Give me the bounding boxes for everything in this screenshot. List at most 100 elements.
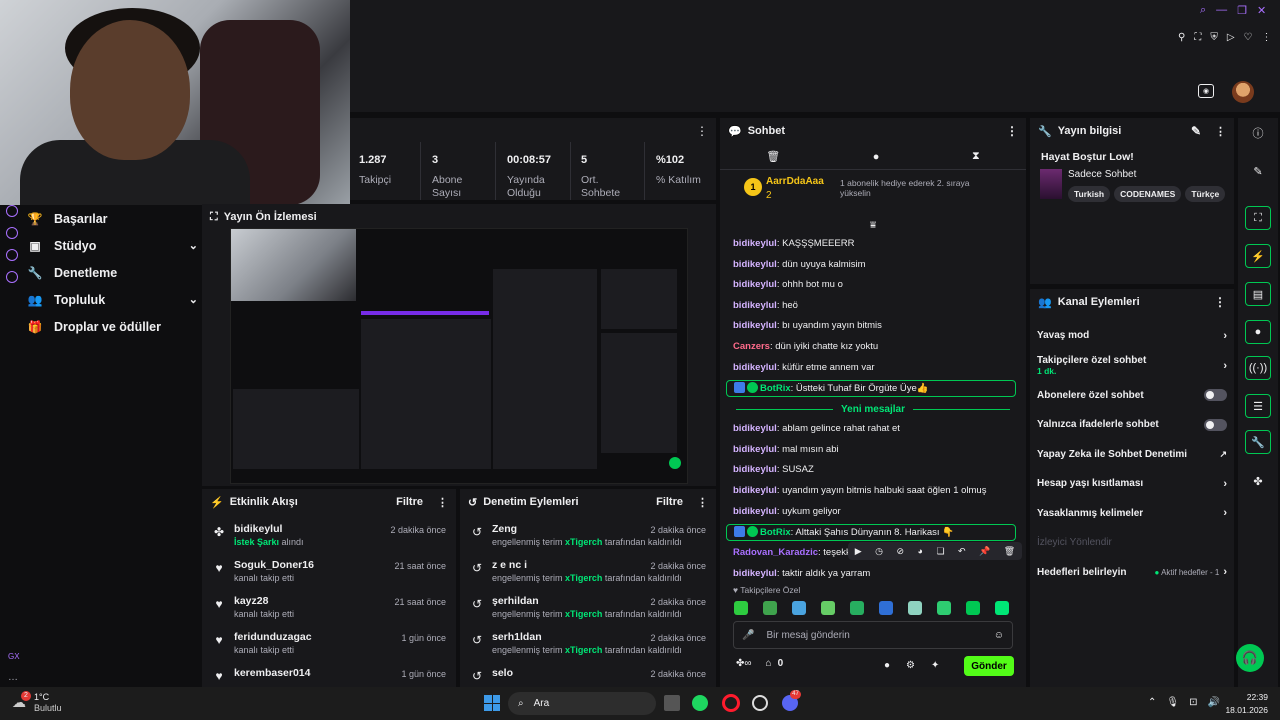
chat-button[interactable]: ● xyxy=(1245,320,1271,344)
chat-message[interactable]: bidikeylul: uyandım yayın bitmis halbuki… xyxy=(720,481,1026,502)
emote[interactable] xyxy=(850,601,864,615)
chat-icon[interactable]: ● xyxy=(884,660,890,671)
mod-item[interactable]: ↺ şerhildan engellenmiş terim xTigerch tar… xyxy=(460,591,716,627)
action-goals[interactable]: Hedefleri belirleyin ● Aktif hedefler - 1… xyxy=(1030,558,1234,588)
chat-message[interactable]: bidikeylul: KAŞŞŞMEEERR xyxy=(720,234,1026,255)
action-emote-only[interactable]: Yalnızca ifadelerle sohbet xyxy=(1030,410,1234,440)
more-icon[interactable]: ⋮ xyxy=(1215,125,1226,138)
emote[interactable] xyxy=(995,601,1009,615)
hourglass-icon[interactable]: ⧗ xyxy=(972,150,980,163)
chat-username[interactable]: bidikeylul xyxy=(733,279,777,290)
chat-username[interactable]: bidikeylul xyxy=(733,485,777,496)
nav-item-drops[interactable]: 🎁 Droplar ve ödüller xyxy=(28,313,198,340)
feed-item[interactable]: ♥ Soguk_Doner16 kanalı takip etti 21 saat ö… xyxy=(202,555,456,591)
chat-message[interactable]: bidikeylul: bı uyandım yayın bitmis xyxy=(720,316,1026,337)
avatar[interactable] xyxy=(1232,81,1254,103)
chat-icon[interactable]: ◕ xyxy=(918,546,923,556)
windows-start-icon[interactable] xyxy=(484,695,500,711)
chat-username[interactable]: bidikeylul xyxy=(733,259,777,270)
chat-username[interactable]: Radovan_Karadzic xyxy=(733,547,818,558)
action-account-age[interactable]: Hesap yaşı kısıtlaması › xyxy=(1030,469,1234,499)
search-box[interactable]: ⌕ Ara xyxy=(508,692,656,715)
tag[interactable]: Türkçe xyxy=(1185,186,1226,202)
chat-username[interactable]: bidikeylul xyxy=(733,238,777,249)
chat-message[interactable]: bidikeylul: ohhh bot mu o xyxy=(720,275,1026,296)
copy-icon[interactable]: ❏ xyxy=(936,546,944,557)
filter-button[interactable]: Filtre xyxy=(396,496,423,508)
trash-icon[interactable]: 🗑 xyxy=(766,150,780,163)
sparkle-icon[interactable]: ✤ xyxy=(1251,474,1265,488)
mic-icon[interactable]: 🎙 xyxy=(1166,697,1179,708)
more-icon[interactable]: ⋮ xyxy=(696,124,708,138)
chevron-up-icon[interactable]: ⌃ xyxy=(1148,697,1156,708)
send-button[interactable]: Gönder xyxy=(964,656,1014,676)
pin-icon[interactable]: 📌 xyxy=(979,546,990,557)
more-icon[interactable]: ⋮ xyxy=(437,496,448,509)
play-icon[interactable]: ▷ xyxy=(1227,32,1235,46)
chat-message[interactable]: bidikeylul: küfür etme annem var xyxy=(720,358,1026,379)
store-icon[interactable]: ⌂ xyxy=(766,658,772,669)
mod-item[interactable]: ↺ z e nc i engellenmiş terim xTigerch tara… xyxy=(460,555,716,591)
action-sub-only[interactable]: Abonelere özel sohbet xyxy=(1030,381,1234,411)
feed-item[interactable]: ♥ kayz28 kanalı takip etti 21 saat önce xyxy=(202,591,456,627)
points-icon[interactable]: ✤∞ xyxy=(736,658,752,669)
spotify-icon[interactable] xyxy=(692,695,708,711)
chat-message[interactable]: bidikeylul: uykum geliyor xyxy=(720,502,1026,523)
play-icon[interactable]: ▶ xyxy=(855,546,862,557)
rail-icon[interactable] xyxy=(6,271,18,283)
mod-item[interactable]: ↺ serh1ldan engellenmiş terim xTigerch tar… xyxy=(460,627,716,663)
bolt-button[interactable]: ⚡ xyxy=(1245,244,1271,268)
emote[interactable] xyxy=(821,601,835,615)
toggle[interactable] xyxy=(1204,418,1227,431)
chat-username[interactable]: BotRix xyxy=(760,527,791,538)
notes-button[interactable]: ▤ xyxy=(1245,282,1271,306)
clock[interactable]: 22:39 18.01.2026 xyxy=(1225,692,1268,715)
rail-icon[interactable] xyxy=(6,205,18,217)
info-icon[interactable]: ⓘ xyxy=(1251,126,1265,140)
action-slow-mode[interactable]: Yavaş mod › xyxy=(1030,321,1234,351)
collapse-icon[interactable]: ⩸ xyxy=(720,220,1026,234)
chat-message[interactable]: Canzers: dün iyiki chatte kız yoktu xyxy=(720,337,1026,358)
toggle[interactable] xyxy=(1204,389,1227,402)
category-image[interactable] xyxy=(1040,169,1062,199)
feed-item[interactable]: ✤ bidikeylul İstek Şarkı alındı 2 dakika ön… xyxy=(202,519,456,555)
action-ai-moderation[interactable]: Yapay Zeka ile Sohbet Denetimi ↗ xyxy=(1030,440,1234,470)
chat-username[interactable]: bidikeylul xyxy=(733,444,777,455)
bot-message[interactable]: BotRix: Alttaki Şahıs Dünyanın 8. Harika… xyxy=(726,524,1016,542)
minimize-icon[interactable]: — xyxy=(1216,4,1227,20)
maximize-icon[interactable]: ❐ xyxy=(1237,4,1247,20)
capture-icon[interactable]: ⛶ xyxy=(1194,32,1201,46)
emote[interactable] xyxy=(966,601,980,615)
feed-item[interactable]: ♥ feridunduzagac kanalı takip etti 1 gün ön… xyxy=(202,627,456,663)
action-follower-only[interactable]: Takipçilere özel sohbet 1 dk. › xyxy=(1030,351,1234,381)
chat-username[interactable]: bidikeylul xyxy=(733,506,777,517)
tag[interactable]: Turkish xyxy=(1068,186,1111,202)
clock-icon[interactable]: ◷ xyxy=(875,546,883,557)
task-view-icon[interactable] xyxy=(664,695,680,711)
emote[interactable] xyxy=(792,601,806,615)
chat-input[interactable]: 🎤 Bir mesaj gönderin ☺ xyxy=(733,621,1013,649)
emote[interactable] xyxy=(734,601,748,615)
chat-bubble-icon[interactable]: ● xyxy=(873,151,880,163)
chat-message[interactable]: bidikeylul: taktir aldık ya yarram xyxy=(720,564,1026,585)
reply-icon[interactable]: ↶ xyxy=(958,546,966,557)
nav-item-community[interactable]: 👥 Topluluk ⌄ xyxy=(28,286,198,313)
network-icon[interactable]: ⊡ xyxy=(1189,697,1197,708)
wrench-button[interactable]: 🔧 xyxy=(1245,430,1271,454)
chat-message[interactable]: bidikeylul: ablam gelince rahat rahat et xyxy=(720,419,1026,440)
chat-username[interactable]: bidikeylul xyxy=(733,320,777,331)
emoji-icon[interactable]: ☺ xyxy=(994,630,1004,641)
more-icon[interactable]: ⋮ xyxy=(1214,295,1226,309)
chat-username[interactable]: bidikeylul xyxy=(733,464,777,475)
mod-item[interactable]: ↺ Zeng engellenmiş terim xTigerch tarafınd… xyxy=(460,519,716,555)
chat-username[interactable]: bidikeylul xyxy=(733,423,777,434)
menu-icon[interactable]: ⋮ xyxy=(1262,32,1272,46)
support-button[interactable]: 🎧 xyxy=(1236,644,1264,672)
nav-item-moderation[interactable]: 🔧 Denetleme xyxy=(28,259,198,286)
action-banned-words[interactable]: Yasaklanmış kelimeler › xyxy=(1030,499,1234,529)
chat-username[interactable]: bidikeylul xyxy=(733,362,777,373)
pin-icon[interactable]: ⚲ xyxy=(1178,32,1185,46)
shield-icon[interactable]: ⛨ xyxy=(1210,32,1218,46)
ban-icon[interactable]: ⊘ xyxy=(896,546,904,557)
nav-item-achievements[interactable]: 🏆 Başarılar xyxy=(28,205,198,232)
